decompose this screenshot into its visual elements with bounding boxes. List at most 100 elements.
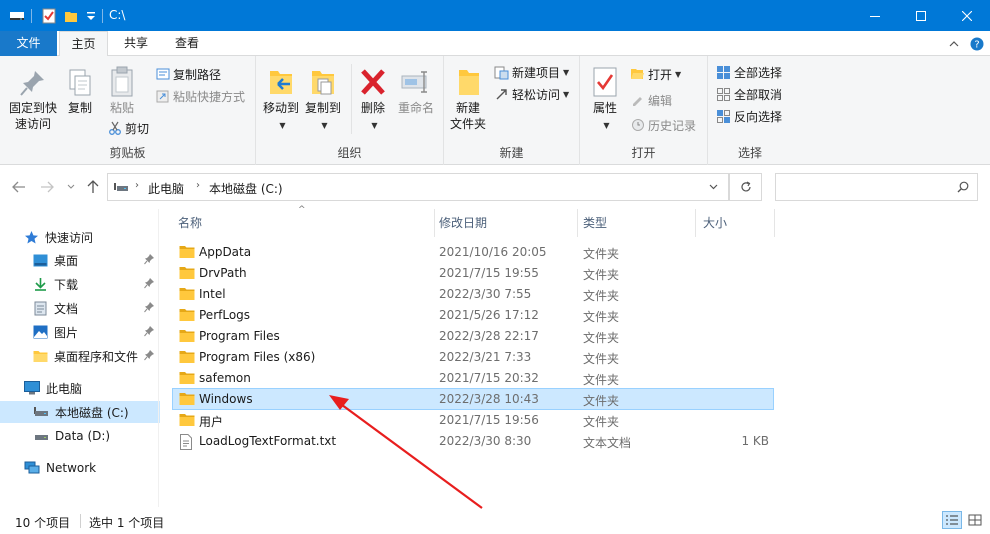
tab-view[interactable]: 查看 xyxy=(166,31,208,56)
file-name: Program Files (x86) xyxy=(199,350,316,364)
organize-group-label: 组织 xyxy=(337,146,362,160)
sidebar-item-network[interactable]: Network xyxy=(0,457,160,479)
folder-icon xyxy=(179,309,195,321)
up-button[interactable] xyxy=(84,177,102,197)
table-row[interactable]: AppData 2021/10/16 20:05 文件夹 xyxy=(173,242,773,263)
maximize-button[interactable] xyxy=(898,0,944,31)
computer-icon xyxy=(24,381,40,395)
delete-button[interactable]: 删除 ▼ xyxy=(354,66,392,134)
minimize-button[interactable] xyxy=(852,0,898,31)
forward-button[interactable] xyxy=(38,177,56,197)
pin-to-quick-access-button[interactable]: 固定到快 速访问 xyxy=(4,68,62,132)
new-folder-button[interactable]: 新建 文件夹 xyxy=(448,66,488,132)
minimize-ribbon-icon[interactable] xyxy=(947,37,961,51)
column-header-date[interactable]: 修改日期 xyxy=(439,214,569,234)
refresh-button[interactable] xyxy=(729,173,762,201)
paste-button[interactable]: 粘贴 xyxy=(104,66,140,116)
edit-button[interactable]: 编辑 xyxy=(630,90,672,110)
sidebar-item-pictures[interactable]: 图片 xyxy=(0,321,160,343)
customize-qa-dropdown-icon[interactable] xyxy=(84,0,98,31)
breadcrumb-this-pc[interactable]: 此电脑 xyxy=(148,180,184,197)
downloads-label: 下载 xyxy=(54,277,79,292)
table-row[interactable]: safemon 2021/7/15 20:32 文件夹 xyxy=(173,368,773,389)
new-folder-qa-icon[interactable] xyxy=(62,0,80,31)
easy-access-button[interactable]: 轻松访问 ▼ xyxy=(494,84,569,104)
pin-icon[interactable] xyxy=(144,301,155,314)
tab-share[interactable]: 共享 xyxy=(115,31,157,56)
file-type: 文件夹 xyxy=(583,394,620,408)
new-item-button[interactable]: 新建项目 ▼ xyxy=(494,62,569,82)
rename-button[interactable]: 重命名 xyxy=(394,66,438,116)
network-label: Network xyxy=(46,461,97,475)
column-header-name[interactable]: 名称 xyxy=(178,214,428,234)
invert-selection-button[interactable]: 反向选择 xyxy=(716,106,782,126)
table-row[interactable]: PerfLogs 2021/5/26 17:12 文件夹 xyxy=(173,305,773,326)
new-item-label: 新建项目 xyxy=(512,65,561,80)
properties-label: 属性 xyxy=(592,101,617,115)
help-icon[interactable]: ? xyxy=(970,37,984,51)
table-row[interactable]: Program Files 2022/3/28 22:17 文件夹 xyxy=(173,326,773,347)
history-button[interactable]: 历史记录 xyxy=(630,115,696,135)
paste-shortcut-button[interactable]: 粘贴快捷方式 xyxy=(156,86,245,106)
pin-icon[interactable] xyxy=(144,253,155,266)
column-divider[interactable] xyxy=(577,209,578,237)
recent-locations-button[interactable] xyxy=(64,177,78,197)
sidebar-item-data-d[interactable]: Data (D:) xyxy=(0,425,160,447)
column-header-type[interactable]: 类型 xyxy=(583,214,693,234)
cut-button[interactable]: 剪切 xyxy=(108,118,149,138)
copy-button[interactable]: 复制 xyxy=(62,68,98,116)
file-date: 2022/3/28 10:43 xyxy=(439,392,539,406)
table-row[interactable]: Intel 2022/3/30 7:55 文件夹 xyxy=(173,284,773,305)
search-box[interactable] xyxy=(775,173,978,201)
table-row-selected[interactable]: Windows 2022/3/28 10:43 文件夹 xyxy=(172,388,774,410)
delete-dropdown-icon: ▼ xyxy=(371,121,378,130)
back-button[interactable] xyxy=(10,177,28,197)
breadcrumb-separator-icon[interactable]: › xyxy=(135,180,139,191)
sidebar-item-local-disk-c[interactable]: 本地磁盘 (C:) xyxy=(0,401,160,423)
address-history-chevron-icon[interactable] xyxy=(709,184,718,190)
table-row[interactable]: DrvPath 2021/7/15 19:55 文件夹 xyxy=(173,263,773,284)
column-divider[interactable] xyxy=(695,209,696,237)
copy-to-dropdown-icon: ▼ xyxy=(321,121,328,130)
open-button[interactable]: 打开 ▼ xyxy=(630,64,681,84)
select-all-button[interactable]: 全部选择 xyxy=(716,62,782,82)
sidebar-item-documents[interactable]: 文档 xyxy=(0,297,160,319)
file-type: 文件夹 xyxy=(583,289,620,303)
pin-icon[interactable] xyxy=(144,349,155,362)
pin-icon[interactable] xyxy=(144,277,155,290)
breadcrumb-separator-icon[interactable]: › xyxy=(196,180,200,191)
file-name: Intel xyxy=(199,287,226,301)
tab-file[interactable]: 文件 xyxy=(0,31,57,56)
sidebar-item-this-pc[interactable]: 此电脑 xyxy=(0,377,160,399)
address-bar[interactable]: › 此电脑 › 本地磁盘 (C:) xyxy=(107,173,729,201)
table-row[interactable]: 用户 2021/7/15 19:56 文件夹 xyxy=(173,410,773,431)
tab-home[interactable]: 主页 xyxy=(59,31,108,57)
properties-qa-icon[interactable] xyxy=(40,0,58,31)
status-bar: 10 个项目 选中 1 个项目 xyxy=(0,507,990,534)
large-icons-view-button[interactable] xyxy=(965,511,985,529)
new-folder-label-line1: 新建 xyxy=(455,101,480,115)
select-none-button[interactable]: 全部取消 xyxy=(716,84,782,104)
arrow-right-icon xyxy=(41,181,54,193)
column-divider[interactable] xyxy=(434,209,435,237)
search-icon[interactable] xyxy=(957,181,969,193)
table-row[interactable]: LoadLogTextFormat.txt 2022/3/30 8:30 文本文… xyxy=(173,431,773,452)
copy-path-button[interactable]: 复制路径 xyxy=(156,64,221,84)
details-view-button[interactable] xyxy=(942,511,962,529)
close-button[interactable] xyxy=(944,0,990,31)
sidebar-item-desktop[interactable]: 桌面 xyxy=(0,249,160,271)
sidebar-item-quick-access[interactable]: 快速访问 xyxy=(0,226,160,248)
pane-splitter[interactable] xyxy=(158,209,159,507)
pin-icon[interactable] xyxy=(144,325,155,338)
breadcrumb-local-disk[interactable]: 本地磁盘 (C:) xyxy=(209,180,283,197)
search-input[interactable] xyxy=(776,174,946,200)
column-header-size[interactable]: 大小 xyxy=(703,214,763,234)
sidebar-item-desktop-programs[interactable]: 桌面程序和文件 xyxy=(0,345,160,367)
copy-to-button[interactable]: 复制到 ▼ xyxy=(304,66,342,134)
window-icon[interactable] xyxy=(8,0,26,31)
column-divider[interactable] xyxy=(774,209,775,237)
move-to-button[interactable]: 移动到 ▼ xyxy=(262,66,300,134)
sidebar-item-downloads[interactable]: 下载 xyxy=(0,273,160,295)
table-row[interactable]: Program Files (x86) 2022/3/21 7:33 文件夹 xyxy=(173,347,773,368)
properties-button[interactable]: 属性 ▼ xyxy=(586,66,624,134)
